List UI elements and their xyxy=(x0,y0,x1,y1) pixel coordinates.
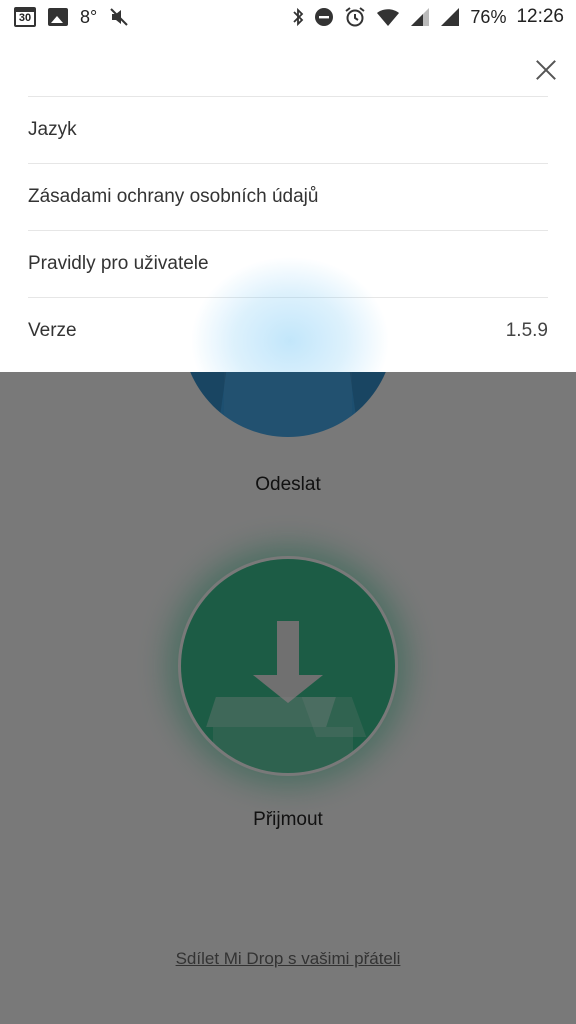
menu-item-privacy-policy[interactable]: Zásadami ochrany osobních údajů xyxy=(28,164,548,230)
bluetooth-icon xyxy=(293,7,304,27)
wifi-icon xyxy=(377,9,400,26)
menu-item-label: Zásadami ochrany osobních údajů xyxy=(28,186,319,207)
settings-panel: Jazyk Zásadami ochrany osobních údajů Pr… xyxy=(0,34,576,372)
menu-item-label: Pravidly pro uživatele xyxy=(28,253,209,274)
menu-item-language[interactable]: Jazyk xyxy=(28,97,548,163)
clock: 12:26 xyxy=(516,6,564,27)
alarm-icon xyxy=(345,7,366,27)
status-bar: 30 8° 76% 12:26 xyxy=(0,0,576,34)
image-icon xyxy=(48,8,68,26)
signal-icon xyxy=(411,8,430,26)
close-icon[interactable] xyxy=(532,56,560,84)
do-not-disturb-icon xyxy=(315,8,334,26)
calendar-icon: 30 xyxy=(14,7,36,27)
menu-item-label: Verze xyxy=(28,320,77,341)
sound-muted-icon xyxy=(110,8,128,26)
temperature: 8° xyxy=(80,6,98,27)
battery-level: 76% xyxy=(470,6,507,27)
menu-item-label: Jazyk xyxy=(28,119,77,140)
calendar-day: 30 xyxy=(18,12,32,24)
version-value: 1.5.9 xyxy=(505,320,548,341)
signal-2-icon xyxy=(441,8,460,26)
